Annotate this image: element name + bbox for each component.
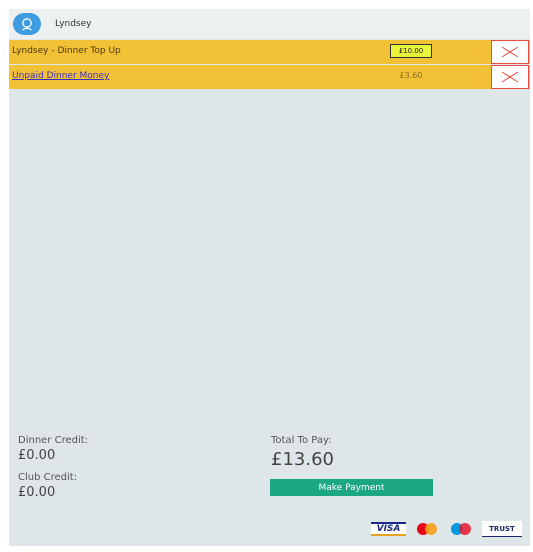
basket-panel: Lyndsey Lyndsey - Dinner Top Up £10.00 U… — [9, 9, 530, 546]
total-to-pay-value: £13.60 — [271, 449, 334, 470]
make-payment-button[interactable]: Make Payment — [270, 479, 433, 496]
basket-item-dinner-top-up: Lyndsey - Dinner Top Up £10.00 — [9, 40, 530, 64]
club-credit-value: £0.00 — [18, 485, 56, 500]
mastercard-icon — [417, 523, 437, 535]
remove-item-button[interactable] — [491, 65, 529, 89]
close-icon — [501, 71, 519, 83]
item-label: Lyndsey - Dinner Top Up — [12, 46, 121, 56]
dinner-credit-value: £0.00 — [18, 448, 56, 463]
unpaid-dinner-link[interactable]: Unpaid Dinner Money — [12, 71, 109, 81]
user-header: Lyndsey — [9, 9, 530, 39]
remove-item-button[interactable] — [491, 40, 529, 64]
close-icon — [501, 46, 519, 58]
payment-logos: VISA TRUST — [371, 521, 522, 537]
basket-item-unpaid-dinner: Unpaid Dinner Money £3.60 — [9, 65, 530, 89]
total-to-pay-label: Total To Pay: — [271, 435, 332, 446]
amount-input[interactable]: £10.00 — [390, 44, 432, 58]
maestro-icon — [451, 523, 471, 535]
amount-value: £3.60 — [399, 71, 423, 80]
visa-logo: VISA — [371, 522, 406, 536]
user-name: Lyndsey — [55, 19, 92, 29]
club-credit-label: Club Credit: — [18, 472, 78, 483]
dinner-credit-label: Dinner Credit: — [18, 435, 89, 446]
user-search-icon[interactable] — [13, 13, 41, 35]
trust-logo: TRUST — [482, 521, 522, 537]
